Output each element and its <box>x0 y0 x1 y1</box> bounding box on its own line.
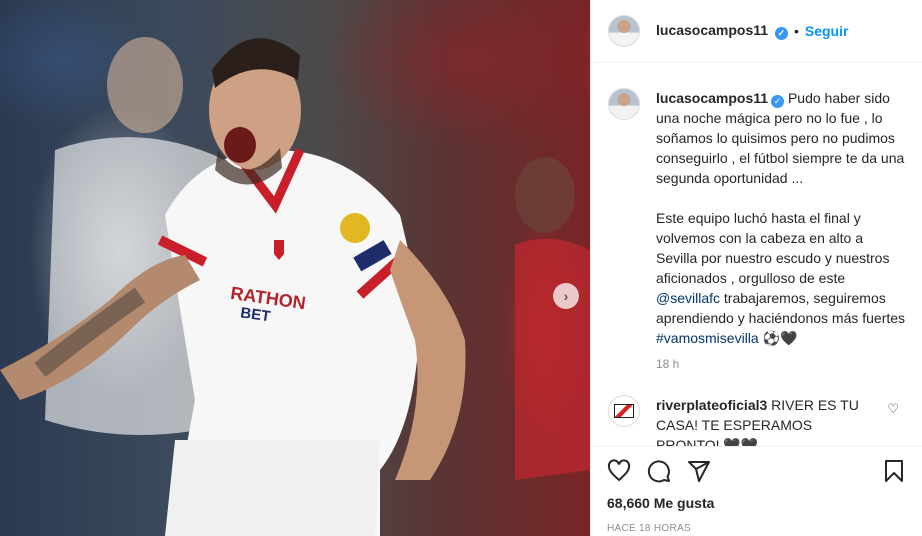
post-photo[interactable]: RATHON BET › <box>0 0 590 536</box>
author-username-text[interactable]: lucasocampos11 <box>656 22 768 38</box>
caption-username[interactable]: lucasocampos11 <box>656 90 768 106</box>
next-photo-button[interactable]: › <box>553 283 579 309</box>
mention-link[interactable]: @sevillafc <box>656 290 720 306</box>
post-side-panel: lucasocampos11 ✓ • Seguir lucasocampos11… <box>590 0 922 536</box>
heart-icon <box>607 459 631 482</box>
post-actions: 68,660 Me gusta HACE 18 HORAS <box>591 446 922 534</box>
comment-text: riverplateoficial3 RIVER ES TU CASA! TE … <box>656 395 876 446</box>
share-button[interactable] <box>687 455 727 487</box>
like-button[interactable] <box>607 455 647 487</box>
follow-button[interactable]: Seguir <box>805 23 849 39</box>
author-avatar[interactable] <box>608 15 640 47</box>
separator-dot: • <box>793 23 799 39</box>
post-timestamp[interactable]: HACE 18 HORAS <box>607 523 906 534</box>
caption-author-avatar[interactable] <box>608 88 640 120</box>
verified-badge-icon: ✓ <box>774 27 788 40</box>
chevron-right-icon: › <box>563 288 569 304</box>
player-illustration: RATHON BET <box>0 37 590 536</box>
commenter-avatar[interactable] <box>608 395 640 427</box>
likes-count[interactable]: 68,660 Me gusta <box>607 495 906 511</box>
caption-timestamp[interactable]: 18 h <box>656 357 921 371</box>
paper-plane-icon <box>688 461 710 482</box>
post-header: lucasocampos11 ✓ • Seguir <box>591 0 922 63</box>
comment-icon <box>647 460 670 483</box>
hashtag-link[interactable]: #vamosmisevilla <box>656 330 759 346</box>
verified-badge-icon: ✓ <box>771 95 785 108</box>
comments-list[interactable]: lucasocampos11 ✓ Pudo haber sido una noch… <box>591 64 921 446</box>
comment-button[interactable] <box>647 455 687 487</box>
save-button[interactable] <box>882 455 906 487</box>
caption-paragraph-2-start: Este equipo luchó hasta el final y volve… <box>656 210 890 286</box>
comment-like-heart-icon[interactable]: ♡ <box>887 401 899 417</box>
caption: lucasocampos11 ✓ Pudo haber sido una noch… <box>591 64 921 348</box>
commenter-username[interactable]: riverplateoficial3 <box>656 397 767 413</box>
author-username[interactable]: lucasocampos11 ✓ <box>656 22 788 40</box>
caption-paragraph-2-end: ⚽🖤 <box>758 330 798 346</box>
bookmark-icon <box>885 460 903 482</box>
caption-text: lucasocampos11 ✓ Pudo haber sido una noch… <box>656 88 907 348</box>
comment-item: riverplateoficial3 RIVER ES TU CASA! TE … <box>591 371 921 446</box>
